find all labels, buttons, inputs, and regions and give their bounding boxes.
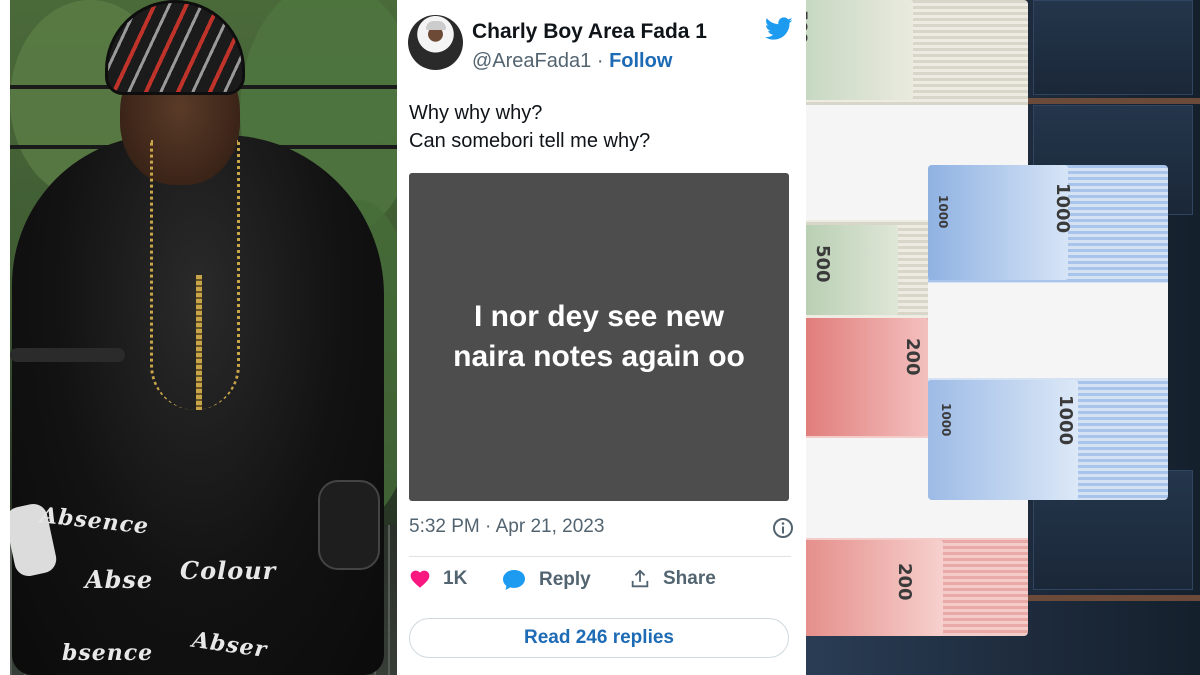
avatar-cap	[426, 21, 446, 30]
cash-stack-1000: 1000 1000 1000 1000	[928, 165, 1168, 500]
reply-label: Reply	[539, 569, 591, 590]
note-face	[803, 540, 943, 636]
tweet-text-line: Why why why?	[409, 102, 543, 124]
reply-bubble-icon	[503, 570, 525, 590]
shelf	[1018, 98, 1200, 104]
info-icon[interactable]	[772, 517, 794, 539]
likes-count: 1K	[443, 568, 468, 589]
pants-print: bsence	[62, 640, 154, 666]
panel-edge	[803, 0, 806, 675]
denomination-label: 1000	[1055, 395, 1076, 446]
gold-chain	[150, 140, 240, 410]
tweet-card: Charly Boy Area Fada 1 @AreaFada1 · Foll…	[397, 0, 803, 675]
note-face	[803, 0, 913, 100]
paper-band	[928, 283, 1168, 378]
avatar[interactable]	[408, 15, 463, 70]
panel-edge	[0, 0, 10, 675]
denomination-label: 1000	[1052, 183, 1073, 234]
user-handle[interactable]: @AreaFada1	[472, 50, 591, 72]
shelf-cube	[1033, 0, 1193, 95]
timestamp[interactable]: 5:32 PM · Apr 21, 2023	[409, 516, 604, 538]
reply-button[interactable]: Reply	[501, 568, 591, 592]
share-label: Share	[663, 568, 716, 589]
share-icon	[631, 569, 649, 588]
share-button[interactable]: Share	[629, 568, 716, 590]
left-photo-panel: Absence Colour Abse bsence Abser	[0, 0, 397, 675]
shelf	[1018, 595, 1200, 601]
like-button[interactable]: 1K	[409, 568, 467, 590]
tweet-text-line: Can somebori tell me why?	[409, 130, 651, 152]
denomination-label: 500	[812, 245, 833, 283]
follow-button[interactable]: Follow	[609, 50, 672, 72]
denomination-label: 200	[902, 338, 923, 376]
pants-print: Colour	[180, 556, 277, 585]
denomination-label: 200	[894, 563, 915, 601]
media-caption: I nor dey see new naira notes again oo	[453, 300, 745, 373]
divider	[409, 556, 791, 557]
twitter-bird-icon[interactable]	[765, 17, 793, 41]
separator: ·	[596, 50, 604, 72]
pants-print: Abse	[85, 565, 154, 594]
denomination-label: 1000	[936, 195, 950, 229]
handle-line: @AreaFada1 · Follow	[472, 50, 672, 73]
note-face	[803, 318, 928, 436]
read-replies-button[interactable]: Read 246 replies	[409, 618, 789, 658]
tweet-text: Why why why? Can somebori tell me why?	[409, 99, 650, 155]
denomination-label: 1000	[939, 403, 953, 437]
action-bar: 1K Reply Share	[409, 568, 789, 604]
display-name[interactable]: Charly Boy Area Fada 1	[472, 20, 707, 44]
heart-icon	[410, 570, 430, 588]
right-photo-panel: 500 500 200 200 1000 1000 1000 1000	[803, 0, 1200, 675]
tweet-media[interactable]: I nor dey see new naira notes again oo	[409, 173, 789, 501]
bicycle-handlebar	[10, 348, 125, 362]
gold-chain-pendant	[196, 275, 202, 410]
glove	[318, 480, 380, 570]
